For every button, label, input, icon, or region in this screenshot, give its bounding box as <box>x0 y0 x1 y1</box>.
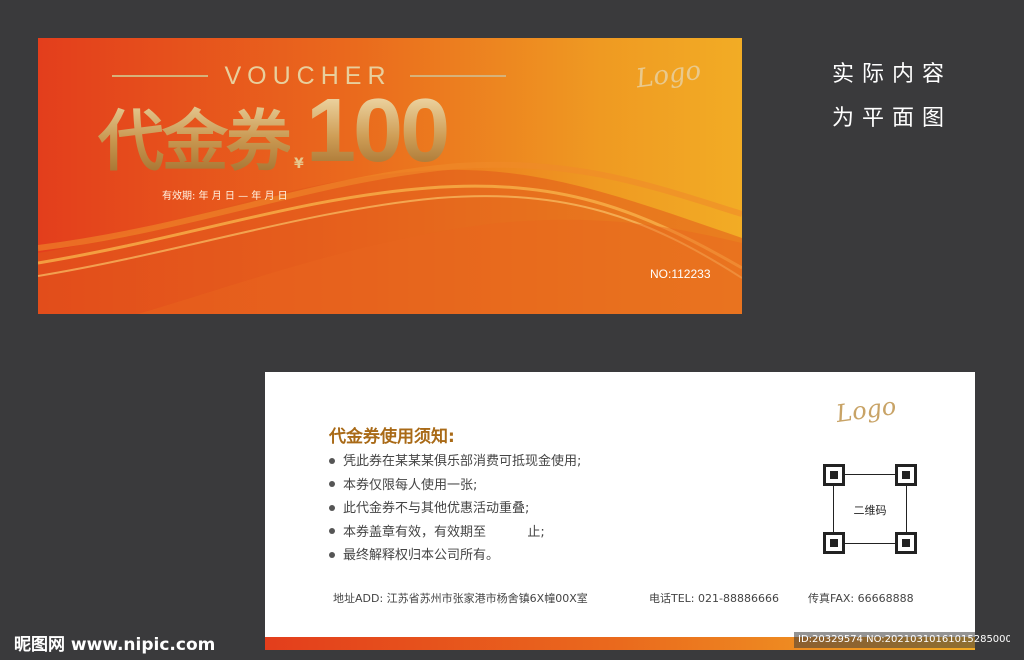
terms-title: 代金券使用须知: <box>329 427 455 447</box>
qr-code-placeholder: 二维码 <box>823 464 917 554</box>
voucher-front: VOUCHER 代金券 ¥ 100 有效期: 年 月 日 — 年 月 日 Log… <box>38 38 742 314</box>
qr-corner-icon <box>823 464 845 486</box>
validity-period: 有效期: 年 月 日 — 年 月 日 <box>162 191 288 202</box>
voucher-back: Logo 代金券使用须知: 凭此券在某某某俱乐部消费可抵现金使用; 本券仅限每人… <box>265 372 975 650</box>
terms-item: 凭此券在某某某俱乐部消费可抵现金使用; <box>329 450 581 474</box>
bullet-icon <box>329 504 335 511</box>
note-line-2: 为平面图 <box>832 106 953 131</box>
image-id-line: ID:20329574 NO:20210310161015285000 <box>794 632 1010 648</box>
phone: 电话TEL: 021-88886666 <box>649 592 779 605</box>
fax: 传真FAX: 66668888 <box>808 592 914 605</box>
voucher-rule-right <box>410 75 506 77</box>
qr-corner-icon <box>895 532 917 554</box>
qr-label: 二维码 <box>853 504 887 517</box>
back-logo: Logo <box>834 391 898 429</box>
currency-symbol: ¥ <box>294 156 304 172</box>
terms-item: 此代金券不与其他优惠活动重叠; <box>329 497 581 521</box>
bullet-icon <box>329 528 335 534</box>
terms-item: 本券盖章有效，有效期至 止; <box>329 521 581 545</box>
terms-item: 最终解释权归本公司所有。 <box>329 544 581 568</box>
bullet-icon <box>329 551 335 558</box>
serial-number: NO:112233 <box>650 267 711 281</box>
voucher-amount: 100 <box>306 81 450 181</box>
address: 地址ADD: 江苏省苏州市张家港市杨舍镇6X幢00X室 <box>333 592 588 605</box>
terms-item: 本券仅限每人使用一张; <box>329 474 581 498</box>
note-line-1: 实际内容 <box>832 62 953 87</box>
bullet-icon <box>329 481 335 487</box>
bullet-icon <box>329 457 335 464</box>
qr-corner-icon <box>823 532 845 554</box>
voucher-title: 代金券 <box>98 88 292 184</box>
terms-list: 凭此券在某某某俱乐部消费可抵现金使用; 本券仅限每人使用一张; 此代金券不与其他… <box>329 450 581 568</box>
qr-corner-icon <box>895 464 917 486</box>
site-watermark: 昵图网 www.nipic.com <box>14 635 216 655</box>
